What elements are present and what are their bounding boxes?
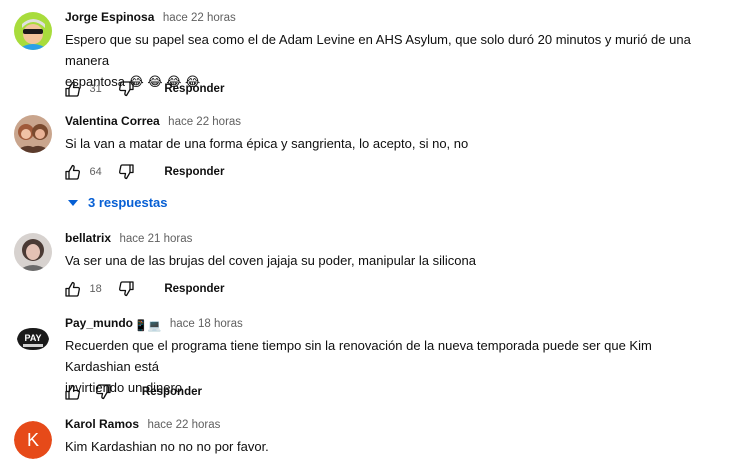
dislike-button[interactable] bbox=[118, 163, 136, 181]
cartoon-avatar-icon bbox=[14, 12, 52, 50]
comment-author[interactable]: bellatrix bbox=[65, 231, 111, 245]
reply-button[interactable]: Responder bbox=[164, 79, 224, 99]
comment-timestamp[interactable]: hace 22 horas bbox=[163, 12, 236, 24]
author-emoji-badges: 📱💻 bbox=[134, 320, 162, 332]
dislike-button[interactable] bbox=[118, 280, 136, 298]
comment-actions: 64 Responder bbox=[63, 162, 224, 182]
comment-author[interactable]: Pay_mundo bbox=[65, 316, 133, 330]
thumbs-up-icon bbox=[65, 384, 80, 400]
comment-text-line: Espero que su papel sea como el de Adam … bbox=[65, 32, 691, 68]
caret-down-icon bbox=[68, 199, 78, 206]
dislike-button[interactable] bbox=[95, 383, 113, 401]
thumbs-down-icon bbox=[118, 81, 134, 97]
author-avatar[interactable]: PAY bbox=[14, 319, 52, 357]
comment-timestamp[interactable]: hace 22 horas bbox=[168, 116, 241, 128]
avatar-logo-text: PAY bbox=[24, 333, 41, 343]
view-replies-button[interactable]: 3 respuestas bbox=[68, 193, 168, 213]
like-count: 64 bbox=[89, 166, 102, 178]
comment-actions: Responder bbox=[63, 382, 202, 402]
author-avatar[interactable] bbox=[14, 233, 52, 271]
thumbs-down-icon bbox=[118, 281, 134, 297]
comment-timestamp[interactable]: hace 22 horas bbox=[147, 419, 220, 431]
logo-avatar-icon: PAY bbox=[14, 319, 52, 357]
comment-actions: 18 Responder bbox=[63, 279, 224, 299]
reply-button[interactable]: Responder bbox=[164, 279, 224, 299]
comment-timestamp[interactable]: hace 21 horas bbox=[119, 233, 192, 245]
thumbs-down-icon bbox=[96, 384, 112, 400]
comment-text: Va ser una de las brujas del coven jajaj… bbox=[65, 253, 476, 268]
thumbs-up-icon bbox=[65, 281, 80, 297]
author-avatar[interactable]: K bbox=[14, 421, 52, 459]
thumbs-down-icon bbox=[118, 164, 134, 180]
replies-count-label: 3 respuestas bbox=[88, 195, 168, 210]
like-button[interactable] bbox=[63, 280, 81, 298]
comment-author[interactable]: Valentina Correa bbox=[65, 114, 160, 128]
photo-avatar-icon bbox=[14, 233, 52, 271]
like-button[interactable] bbox=[63, 80, 81, 98]
comment-actions: 31 Responder bbox=[63, 79, 224, 99]
comment-text: Kim Kardashian no no no por favor. bbox=[65, 439, 269, 454]
reply-button[interactable]: Responder bbox=[142, 382, 202, 402]
thumbs-up-icon bbox=[65, 81, 80, 97]
comment-author[interactable]: Jorge Espinosa bbox=[65, 10, 154, 24]
like-button[interactable] bbox=[63, 383, 81, 401]
like-button[interactable] bbox=[63, 163, 81, 181]
thumbs-up-icon bbox=[65, 164, 80, 180]
dislike-button[interactable] bbox=[118, 80, 136, 98]
photo-avatar-icon bbox=[14, 115, 52, 153]
like-count: 18 bbox=[89, 283, 102, 295]
reply-button[interactable]: Responder bbox=[164, 162, 224, 182]
like-count: 31 bbox=[89, 83, 102, 95]
author-avatar[interactable] bbox=[14, 12, 52, 50]
letter-avatar-icon: K bbox=[14, 421, 52, 459]
comment-author[interactable]: Karol Ramos bbox=[65, 417, 139, 431]
comment-timestamp[interactable]: hace 18 horas bbox=[170, 318, 243, 330]
comment-text-line: Recuerden que el programa tiene tiempo s… bbox=[65, 338, 652, 374]
comment-text: Si la van a matar de una forma épica y s… bbox=[65, 136, 469, 151]
author-avatar[interactable] bbox=[14, 115, 52, 153]
